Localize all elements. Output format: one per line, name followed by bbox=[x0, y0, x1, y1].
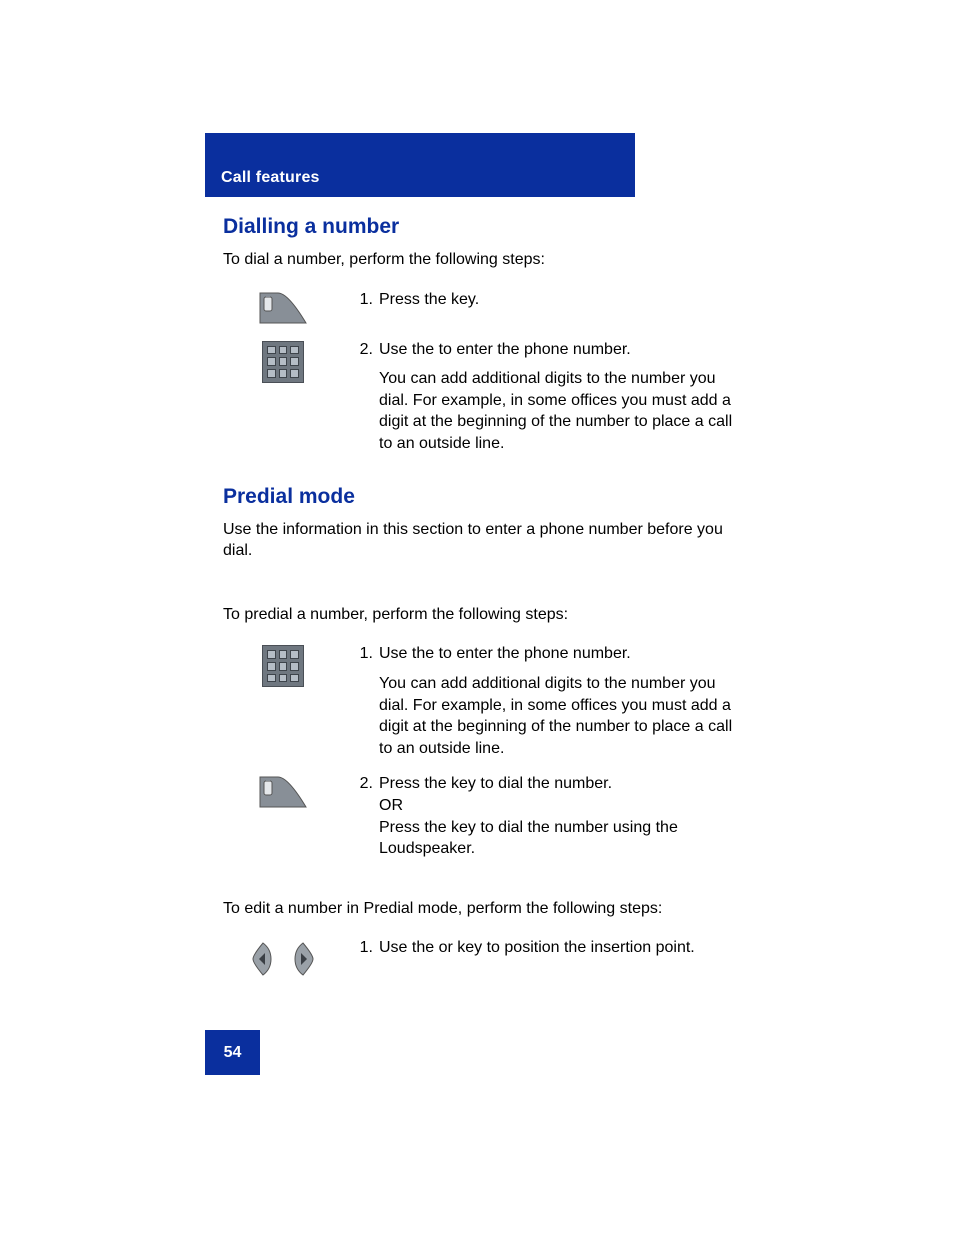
step-text: Press the key. bbox=[379, 289, 733, 311]
page-number: 54 bbox=[224, 1044, 242, 1062]
call-key-icon-cell bbox=[223, 773, 343, 809]
step-text-line2: OR bbox=[379, 795, 733, 817]
predial-step-1: 1. Use the to enter the phone number. Yo… bbox=[223, 643, 733, 759]
step-text-block: Press the key to dial the number. OR Pre… bbox=[379, 773, 733, 859]
keypad-icon-cell bbox=[223, 643, 343, 687]
keypad-icon-cell bbox=[223, 339, 343, 383]
keypad-icon bbox=[262, 645, 304, 687]
dialling-step-1: 1. Press the key. bbox=[223, 289, 733, 325]
step-text-line1: Press the key to dial the number. bbox=[379, 773, 733, 795]
step-number: 1. bbox=[343, 643, 379, 665]
predial-step-2: 2. Press the key to dial the number. OR … bbox=[223, 773, 733, 859]
predial-edit-intro: To edit a number in Predial mode, perfor… bbox=[223, 898, 733, 920]
step-text-line3: Press the key to dial the number using t… bbox=[379, 817, 733, 860]
predial-intro2: To predial a number, perform the followi… bbox=[223, 604, 733, 626]
step-number: 1. bbox=[343, 937, 379, 959]
step-extra-text: You can add additional digits to the num… bbox=[379, 673, 733, 759]
page-number-box: 54 bbox=[205, 1030, 260, 1075]
section-dialling: Dialling a number To dial a number, perf… bbox=[223, 215, 733, 455]
step-text-block: Use the to enter the phone number. You c… bbox=[379, 339, 733, 455]
chapter-header-bar: Call features bbox=[205, 133, 635, 197]
predial-edit-step-1: 1. Use the or key to position the insert… bbox=[223, 937, 733, 979]
call-key-icon bbox=[258, 775, 308, 809]
page-content: Dialling a number To dial a number, perf… bbox=[223, 215, 733, 1009]
document-page: Call features Dialling a number To dial … bbox=[0, 0, 954, 1235]
chapter-header-text: Call features bbox=[221, 169, 320, 187]
keypad-icon bbox=[262, 341, 304, 383]
predial-intro: Use the information in this section to e… bbox=[223, 519, 733, 562]
step-text-block: Use the to enter the phone number. You c… bbox=[379, 643, 733, 759]
step-text: Use the or key to position the insertion… bbox=[379, 937, 733, 959]
step-number: 2. bbox=[343, 339, 379, 361]
call-key-icon-cell bbox=[223, 289, 343, 325]
step-number: 2. bbox=[343, 773, 379, 795]
section-predial: Predial mode Use the information in this… bbox=[223, 485, 733, 980]
dialling-step-2: 2. Use the to enter the phone number. Yo… bbox=[223, 339, 733, 455]
section-title-dialling: Dialling a number bbox=[223, 215, 733, 239]
nav-keys-icon-cell bbox=[223, 937, 343, 979]
section-title-predial: Predial mode bbox=[223, 485, 733, 509]
left-right-nav-icon bbox=[249, 939, 317, 979]
step-text: Use the to enter the phone number. bbox=[379, 339, 733, 361]
call-key-icon bbox=[258, 291, 308, 325]
dialling-intro: To dial a number, perform the following … bbox=[223, 249, 733, 271]
step-text: Use the to enter the phone number. bbox=[379, 643, 733, 665]
step-extra-text: You can add additional digits to the num… bbox=[379, 368, 733, 454]
step-number: 1. bbox=[343, 289, 379, 311]
